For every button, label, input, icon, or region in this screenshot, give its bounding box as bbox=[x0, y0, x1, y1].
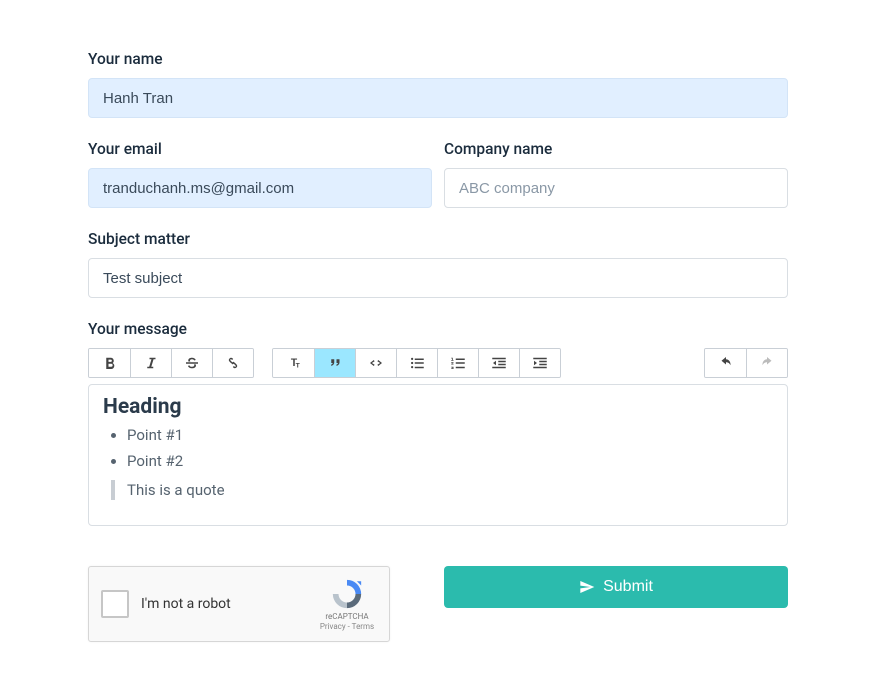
subject-input[interactable] bbox=[88, 258, 788, 298]
name-input[interactable] bbox=[88, 78, 788, 118]
redo-button[interactable] bbox=[746, 349, 787, 377]
heading-button[interactable]: TT bbox=[273, 349, 314, 377]
subject-label: Subject matter bbox=[88, 230, 788, 248]
message-editor[interactable]: Heading Point #1 Point #2 This is a quot… bbox=[88, 384, 788, 526]
submit-label: Submit bbox=[603, 578, 653, 596]
message-label: Your message bbox=[88, 320, 788, 338]
italic-button[interactable] bbox=[130, 349, 171, 377]
indent-button[interactable] bbox=[519, 349, 560, 377]
company-input[interactable] bbox=[444, 168, 788, 208]
code-button[interactable] bbox=[355, 349, 396, 377]
email-input[interactable] bbox=[88, 168, 432, 208]
submit-button[interactable]: Submit bbox=[444, 566, 788, 608]
editor-quote: This is a quote bbox=[111, 480, 773, 500]
bold-button[interactable] bbox=[89, 349, 130, 377]
link-button[interactable] bbox=[212, 349, 253, 377]
list-item: Point #2 bbox=[127, 449, 773, 475]
recaptcha-widget: I'm not a robot reCAPTCHA Privacy - Term… bbox=[88, 566, 390, 642]
undo-button[interactable] bbox=[705, 349, 746, 377]
strikethrough-button[interactable] bbox=[171, 349, 212, 377]
recaptcha-label: I'm not a robot bbox=[141, 596, 315, 612]
email-label: Your email bbox=[88, 140, 432, 158]
recaptcha-icon bbox=[330, 577, 364, 611]
recaptcha-brand: reCAPTCHA Privacy - Terms bbox=[315, 577, 379, 631]
quote-button[interactable] bbox=[314, 349, 355, 377]
paper-plane-icon bbox=[579, 579, 595, 595]
list-item: Point #1 bbox=[127, 423, 773, 449]
name-label: Your name bbox=[88, 50, 788, 68]
editor-heading: Heading bbox=[103, 395, 773, 419]
unordered-list-button[interactable] bbox=[396, 349, 437, 377]
company-label: Company name bbox=[444, 140, 788, 158]
editor-toolbar: TT bbox=[88, 348, 788, 378]
ordered-list-button[interactable] bbox=[437, 349, 478, 377]
recaptcha-checkbox[interactable] bbox=[101, 590, 129, 618]
outdent-button[interactable] bbox=[478, 349, 519, 377]
